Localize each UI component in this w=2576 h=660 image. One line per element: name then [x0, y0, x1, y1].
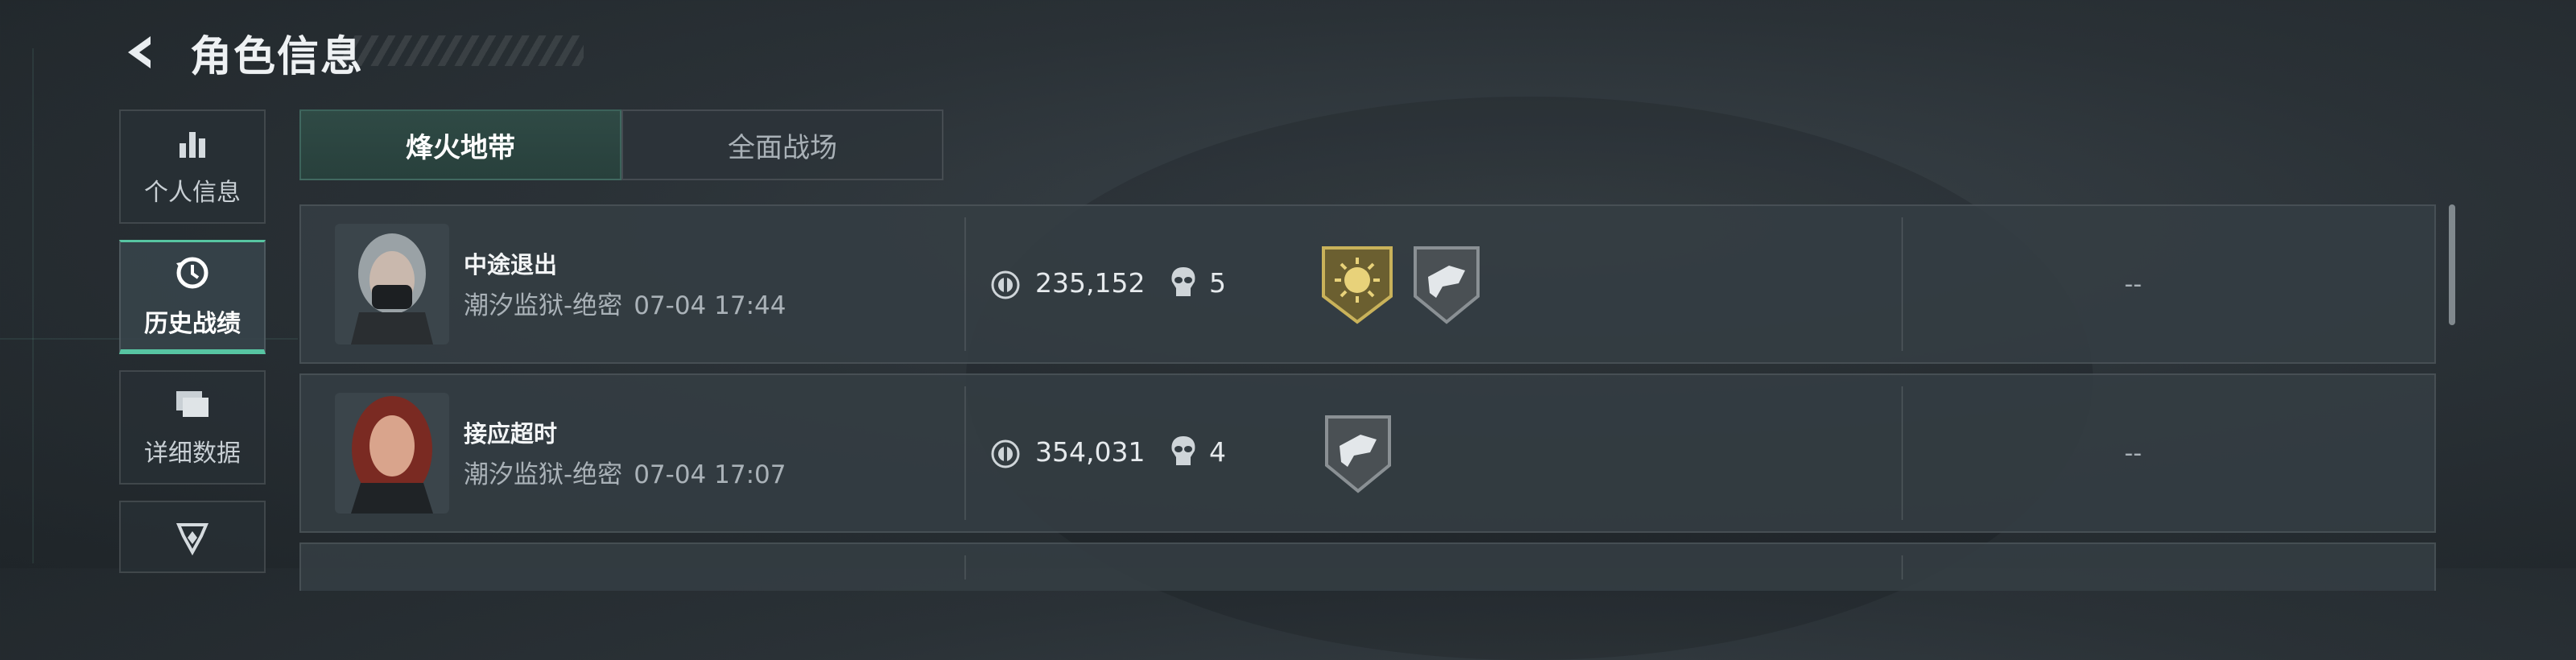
- match-row[interactable]: [299, 542, 2436, 591]
- column-divider: [1901, 217, 1903, 351]
- scrollbar[interactable]: [2449, 204, 2455, 325]
- column-divider: [964, 217, 966, 351]
- skull-icon: [1169, 435, 1198, 472]
- clock-history-icon: [173, 254, 212, 295]
- background-grid-line: [32, 48, 34, 563]
- gold-sun-badge-icon[interactable]: [1320, 245, 1394, 328]
- match-kills: 5: [1209, 267, 1226, 299]
- currency-icon: [990, 439, 1021, 472]
- header: 角色信息: [119, 24, 365, 81]
- operator-avatar: [335, 393, 449, 514]
- back-arrow-icon[interactable]: [119, 29, 166, 76]
- match-time: 07-04 17:07: [634, 460, 786, 489]
- match-extra: --: [2124, 270, 2142, 299]
- title-decoration: [338, 35, 584, 66]
- column-divider: [964, 555, 966, 580]
- match-result: 接应超时: [464, 420, 558, 448]
- match-time: 07-04 17:44: [634, 291, 786, 320]
- sidebar-item-label: 个人信息: [144, 179, 241, 207]
- operator-avatar: [335, 224, 449, 344]
- sidebar-item-label: 历史战绩: [144, 309, 241, 338]
- match-detail: 潮汐监狱-绝密 07-04 17:07: [464, 454, 786, 490]
- tab-beacon-zone[interactable]: 烽火地带: [299, 109, 621, 180]
- page-title: 角色信息: [190, 32, 365, 81]
- column-divider: [1901, 386, 1903, 520]
- column-divider: [964, 386, 966, 520]
- currency-icon: [990, 270, 1021, 303]
- mode-tabs: 烽火地带 全面战场: [299, 109, 943, 180]
- emblem-icon: [174, 520, 211, 560]
- match-result: 中途退出: [464, 251, 558, 278]
- skull-icon: [1169, 266, 1198, 303]
- sidebar-item-detailed-data[interactable]: 详细数据: [119, 370, 266, 485]
- column-divider: [1901, 555, 1903, 580]
- match-row[interactable]: 接应超时 潮汐监狱-绝密 07-04 17:07 354,031 4 --: [299, 373, 2436, 533]
- match-detail: 潮汐监狱-绝密 07-04 17:44: [464, 285, 786, 321]
- gray-weapon-badge-icon[interactable]: [1412, 245, 1481, 328]
- match-money: 354,031: [1035, 436, 1146, 468]
- sidebar-item-personal-info[interactable]: 个人信息: [119, 109, 266, 224]
- match-extra: --: [2124, 439, 2142, 468]
- match-kills: 4: [1209, 436, 1226, 468]
- sidebar-item-emblem[interactable]: [119, 501, 266, 573]
- folders-icon: [173, 386, 212, 425]
- match-row[interactable]: 中途退出 潮汐监狱-绝密 07-04 17:44 235,152 5 --: [299, 204, 2436, 364]
- map-name: 潮汐监狱-绝密: [464, 291, 623, 320]
- sidebar-item-history[interactable]: 历史战绩: [119, 240, 266, 354]
- tab-all-out-war[interactable]: 全面战场: [621, 109, 943, 180]
- map-name: 潮汐监狱-绝密: [464, 460, 623, 489]
- gray-weapon-badge-icon[interactable]: [1323, 414, 1393, 497]
- match-money: 235,152: [1035, 267, 1146, 299]
- bar-chart-icon: [175, 126, 210, 164]
- sidebar-item-label: 详细数据: [144, 439, 241, 468]
